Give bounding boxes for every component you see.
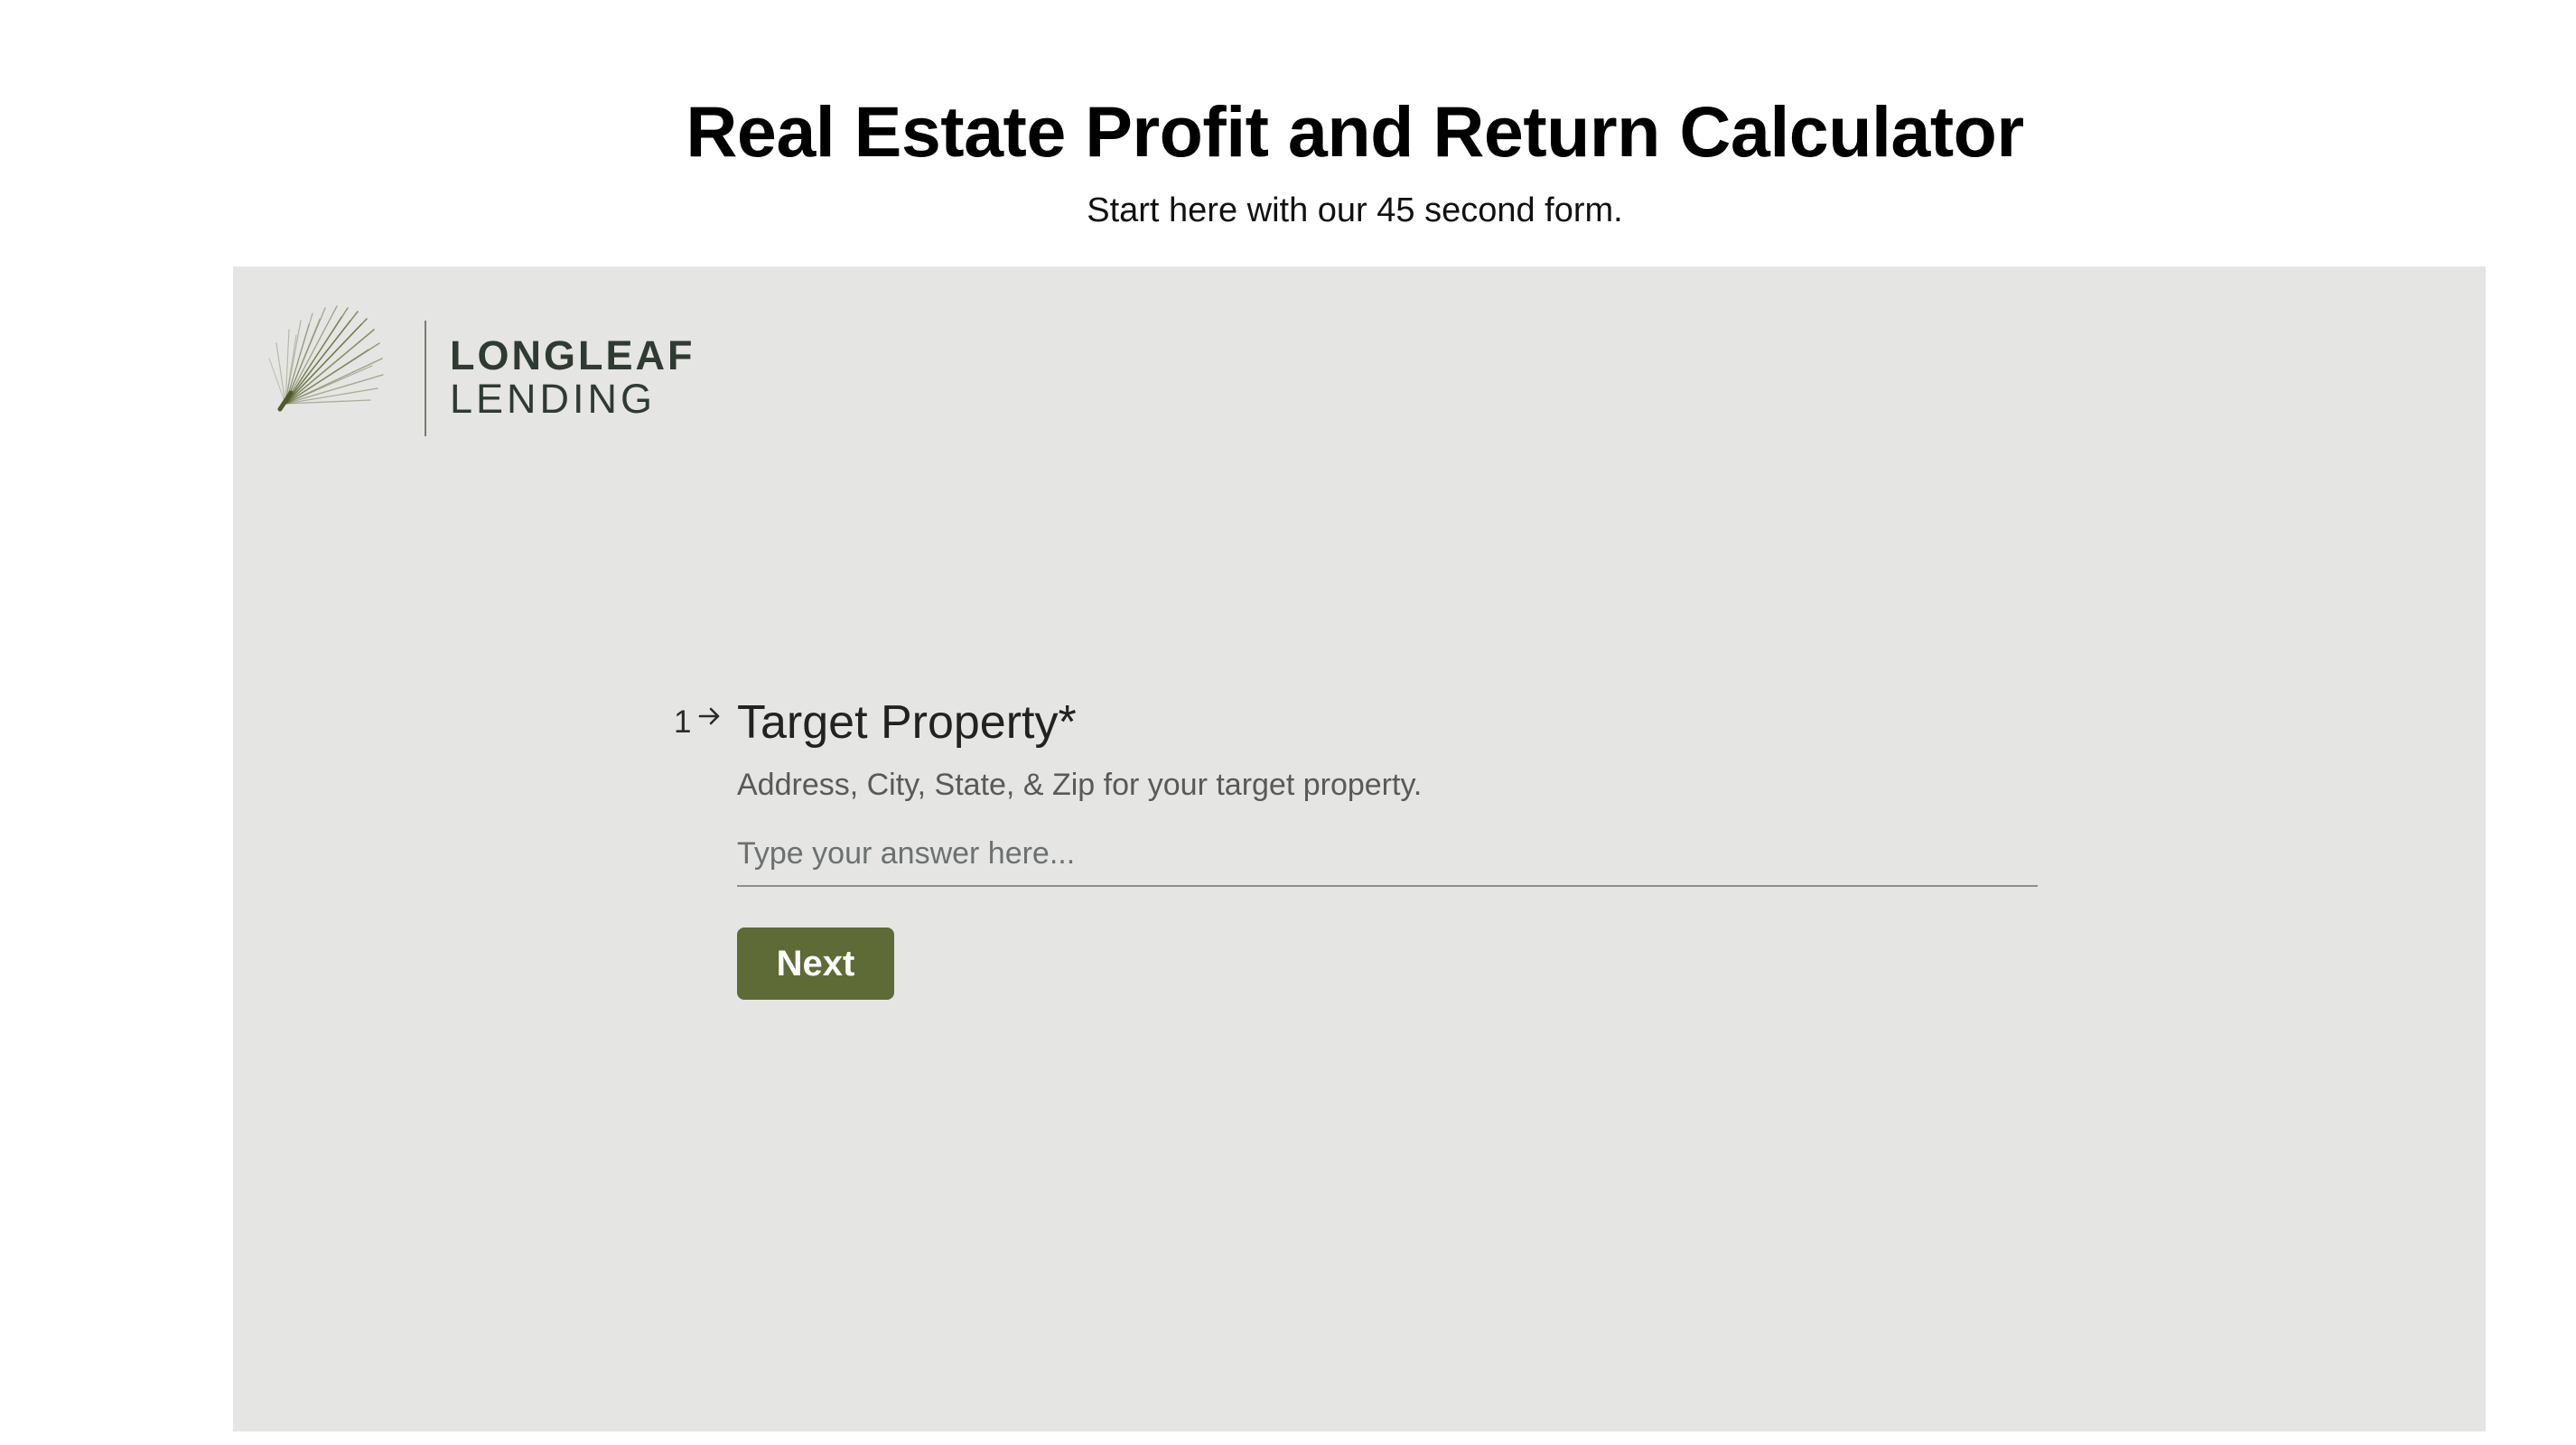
page-title: Real Estate Profit and Return Calculator xyxy=(686,91,2024,172)
form-panel: LONGLEAF LENDING 1 Target Property* Addr… xyxy=(233,266,2486,1431)
next-button[interactable]: Next xyxy=(737,928,894,1000)
pine-needle-icon xyxy=(268,305,384,412)
page-subtitle: Start here with our 45 second form. xyxy=(1087,191,1623,229)
question-title: Target Property* xyxy=(737,696,1077,749)
question-number: 1 xyxy=(674,704,692,740)
logo-line-lending: LENDING xyxy=(450,376,657,422)
logo-divider xyxy=(425,321,426,436)
logo-wordmark: LONGLEAF LENDING xyxy=(450,335,695,419)
question-help-text: Address, City, State, & Zip for your tar… xyxy=(737,768,1423,802)
logo-line-longleaf: LONGLEAF xyxy=(450,332,695,378)
longleaf-lending-logo: LONGLEAF LENDING xyxy=(260,294,692,436)
target-property-input[interactable] xyxy=(737,822,2038,887)
page: Real Estate Profit and Return Calculator… xyxy=(0,0,2576,1445)
arrow-right-icon xyxy=(698,707,720,725)
